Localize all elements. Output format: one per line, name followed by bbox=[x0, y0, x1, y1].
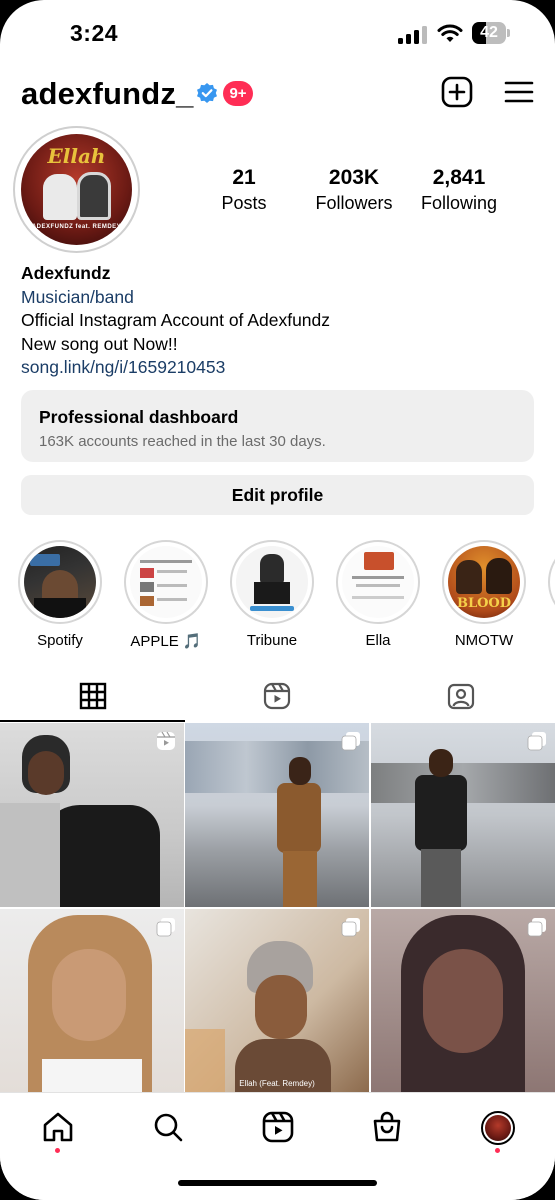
plus-square-icon[interactable] bbox=[441, 76, 473, 108]
wifi-icon bbox=[437, 24, 463, 42]
carousel-icon bbox=[156, 918, 175, 937]
profile-notification-dot bbox=[495, 1148, 500, 1153]
carousel-icon bbox=[341, 732, 360, 751]
stat-followers[interactable]: 203K Followers bbox=[310, 166, 398, 214]
avatar-art-title: Ellah bbox=[47, 144, 106, 168]
dashboard-subtitle: 163K accounts reached in the last 30 day… bbox=[39, 433, 326, 450]
shop-bag-icon[interactable] bbox=[371, 1111, 403, 1143]
carousel-icon bbox=[527, 918, 546, 937]
reels-icon[interactable] bbox=[263, 682, 291, 710]
stat-label: Followers bbox=[315, 193, 393, 213]
highlight-apple[interactable]: APPLE 🎵 bbox=[124, 540, 208, 650]
battery-level: 42 bbox=[480, 24, 498, 41]
highlight-cover bbox=[342, 546, 414, 618]
active-tab-indicator bbox=[0, 720, 185, 722]
highlight-tribune[interactable]: Tribune bbox=[230, 540, 314, 649]
notification-badge[interactable]: 9+ bbox=[223, 81, 253, 106]
post-caption-overlay: Ellah (Feat. Remdey) bbox=[239, 1079, 315, 1088]
profile-avatar: Ellah ADEXFUNDZ feat. REMDEY bbox=[21, 134, 132, 245]
carousel-icon bbox=[527, 732, 546, 751]
stat-label: Following bbox=[420, 193, 498, 213]
home-indicator bbox=[178, 1180, 377, 1186]
highlight-ella[interactable]: Ella bbox=[336, 540, 420, 649]
bio-line: Official Instagram Account of Adexfundz bbox=[21, 310, 331, 330]
highlight-cover bbox=[24, 546, 96, 618]
reel-icon bbox=[157, 731, 175, 750]
profile-bio: Adexfundz Musician/band Official Instagr… bbox=[21, 262, 541, 380]
avatar-figure-left bbox=[43, 174, 77, 220]
stat-following[interactable]: 2,841 Following bbox=[414, 166, 504, 214]
status-time: 3:24 bbox=[70, 20, 119, 46]
profile-display-name: Adexfundz bbox=[21, 263, 111, 283]
avatar-art-credit: ADEXFUNDZ feat. REMDEY bbox=[31, 224, 122, 230]
highlight-spotify[interactable]: Spotify bbox=[18, 540, 102, 649]
profile-stats: 21 Posts 203K Followers 2,841 Following bbox=[214, 166, 504, 216]
stat-posts[interactable]: 21 Posts bbox=[214, 166, 274, 214]
bio-link[interactable]: song.link/ng/i/1659210453 bbox=[21, 356, 541, 380]
reels-icon[interactable] bbox=[262, 1111, 294, 1143]
professional-dashboard-card[interactable]: Professional dashboard 163K accounts rea… bbox=[21, 390, 534, 462]
cellular-signal-icon bbox=[398, 26, 428, 44]
post-thumbnail[interactable]: Ellah (Feat. Remdey) bbox=[185, 909, 369, 1093]
username[interactable]: adexfundz_ bbox=[21, 76, 194, 112]
profile-header: adexfundz_ 9+ bbox=[21, 74, 535, 116]
stat-number: 2,841 bbox=[432, 166, 486, 189]
stat-number: 203K bbox=[328, 166, 380, 189]
profile-avatar-icon[interactable] bbox=[481, 1111, 515, 1145]
highlight-label: NMOTW bbox=[454, 632, 514, 649]
avatar-figure-right bbox=[77, 172, 111, 220]
profile-tabs bbox=[0, 672, 555, 722]
highlight-label: Spotify bbox=[37, 632, 83, 649]
highlight-label: Tribune bbox=[246, 632, 298, 649]
hamburger-menu-icon[interactable] bbox=[503, 76, 535, 108]
post-thumbnail[interactable] bbox=[371, 723, 555, 907]
post-thumbnail[interactable] bbox=[0, 909, 184, 1093]
profile-avatar-ring[interactable]: Ellah ADEXFUNDZ feat. REMDEY bbox=[13, 126, 140, 253]
status-bar: 3:24 42 bbox=[0, 0, 555, 66]
home-icon[interactable] bbox=[42, 1111, 74, 1143]
highlight-label: APPLE 🎵 bbox=[130, 633, 202, 650]
highlight-label: Ella bbox=[365, 632, 391, 649]
post-thumbnail[interactable] bbox=[371, 909, 555, 1093]
highlight-next-partial[interactable] bbox=[548, 540, 555, 624]
post-thumbnail[interactable] bbox=[185, 723, 369, 907]
verified-badge-icon bbox=[197, 83, 217, 103]
grid-icon[interactable] bbox=[79, 682, 107, 710]
dashboard-title: Professional dashboard bbox=[39, 407, 239, 427]
highlight-nmotw[interactable]: BLOOD NMOTW bbox=[442, 540, 526, 649]
highlight-cover bbox=[130, 546, 202, 618]
profile-category[interactable]: Musician/band bbox=[21, 286, 541, 310]
carousel-icon bbox=[341, 918, 360, 937]
home-notification-dot bbox=[55, 1148, 60, 1153]
post-thumbnail[interactable] bbox=[0, 723, 184, 907]
stat-number: 21 bbox=[232, 166, 256, 189]
instagram-profile-screen: 3:24 42 adexfundz_ 9+ Ellah ADEXFUNDZ fe… bbox=[0, 0, 555, 1200]
tagged-icon[interactable] bbox=[447, 682, 475, 710]
stat-label: Posts bbox=[221, 193, 267, 213]
post-grid: Ellah (Feat. Remdey) bbox=[0, 723, 555, 1095]
bio-line: New song out Now!! bbox=[21, 333, 178, 354]
edit-profile-button[interactable]: Edit profile bbox=[21, 475, 534, 515]
battery-icon: 42 bbox=[472, 22, 510, 44]
highlight-cover: BLOOD bbox=[448, 546, 520, 618]
highlight-cover-text: BLOOD bbox=[456, 596, 512, 611]
bottom-navigation bbox=[0, 1092, 555, 1200]
highlight-cover bbox=[236, 546, 308, 618]
search-icon[interactable] bbox=[152, 1111, 184, 1143]
